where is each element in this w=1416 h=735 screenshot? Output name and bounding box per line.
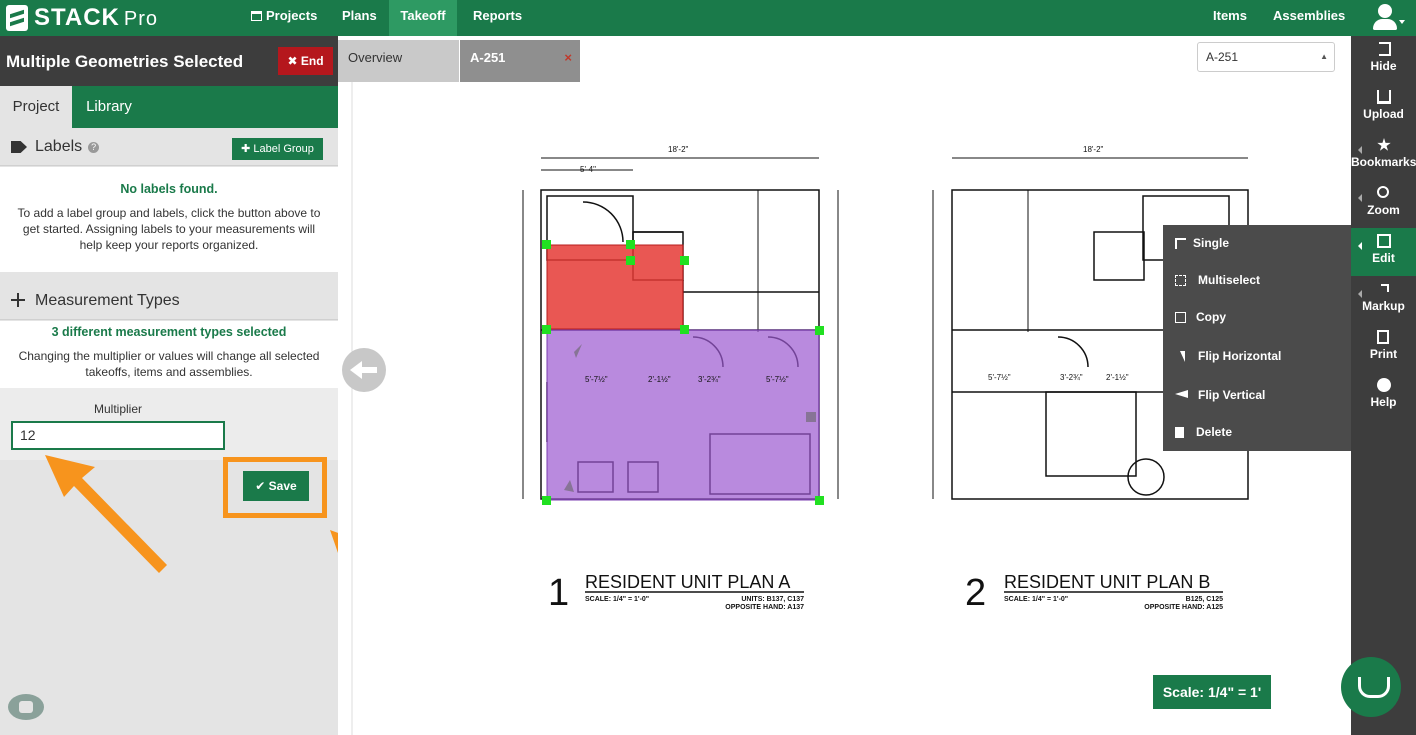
svg-text:5'-7½": 5'-7½" (585, 375, 608, 384)
tab-sheet-a251[interactable]: A-251 × (460, 40, 580, 82)
plan-a-opposite: OPPOSITE HAND: A137 (725, 604, 804, 611)
scale-badge[interactable]: Scale: 1/4" = 1' (1153, 675, 1271, 709)
plan-b-number: 2 (965, 572, 986, 614)
zoom-icon (1377, 186, 1389, 198)
trash-icon (1175, 427, 1184, 438)
svg-text:5'-7½": 5'-7½" (988, 373, 1011, 382)
cursor-icon (1175, 238, 1186, 249)
edit-icon (1377, 234, 1391, 248)
tool-print[interactable]: Print (1351, 324, 1416, 372)
plan-a-number: 1 (548, 572, 569, 614)
select-arrows-icon: ▲ (1320, 52, 1328, 61)
tool-bookmarks[interactable]: Bookmarks (1351, 132, 1416, 180)
svg-text:18'-2": 18'-2" (1083, 145, 1104, 154)
help-circle-icon (1377, 378, 1391, 392)
plan-a-units: UNITS: B137, C137 (741, 596, 804, 603)
star-icon (1377, 138, 1391, 151)
plan-b-title: RESIDENT UNIT PLAN B (1004, 572, 1210, 592)
svg-text:3'-2¾": 3'-2¾" (698, 375, 721, 384)
menu-item-delete[interactable]: Delete (1163, 417, 1351, 447)
menu-item-multiselect[interactable]: Multiselect (1163, 265, 1351, 295)
plan-a-title: RESIDENT UNIT PLAN A (585, 572, 790, 592)
upload-icon (1377, 90, 1391, 104)
svg-text:2'-1½": 2'-1½" (1106, 373, 1129, 382)
flip-horizontal-icon (1175, 351, 1185, 362)
multiselect-icon (1175, 275, 1186, 286)
chat-icon[interactable] (1341, 657, 1401, 717)
plan-b-units: B125, C125 (1186, 596, 1223, 603)
hide-icon (1379, 42, 1391, 56)
tool-help[interactable]: Help (1351, 372, 1416, 420)
plan-b-opposite: OPPOSITE HAND: A125 (1144, 604, 1223, 611)
svg-text:18'-2": 18'-2" (668, 145, 689, 154)
tool-edit[interactable]: Edit (1351, 228, 1416, 276)
edit-context-menu: Single Multiselect Copy Flip Horizontal … (1163, 225, 1351, 451)
sheet-tabs: Overview A-251 × A-251 ▲ (338, 36, 1351, 82)
tool-zoom[interactable]: Zoom (1351, 180, 1416, 228)
arrow-to-multiplier (45, 455, 167, 573)
svg-text:5'-7½": 5'-7½" (766, 375, 789, 384)
right-toolbar: Hide Upload Bookmarks Zoom Edit Markup P… (1351, 36, 1416, 735)
menu-item-single[interactable]: Single (1163, 228, 1351, 258)
markup-icon (1381, 284, 1389, 292)
flip-vertical-icon (1175, 390, 1188, 398)
sheet-select[interactable]: A-251 ▲ (1197, 42, 1335, 72)
plan-b-scale: SCALE: 1/4" = 1'-0" (1004, 596, 1068, 603)
close-tab-icon[interactable]: × (564, 40, 572, 76)
tab-overview[interactable]: Overview (338, 40, 459, 82)
svg-text:5'-4": 5'-4" (580, 165, 596, 174)
previous-sheet-arrow-icon[interactable] (342, 348, 386, 392)
plan-a-scale: SCALE: 1/4" = 1'-0" (585, 596, 649, 603)
svg-text:2'-1½": 2'-1½" (648, 375, 671, 384)
tool-markup[interactable]: Markup (1351, 276, 1416, 324)
tool-hide[interactable]: Hide (1351, 36, 1416, 84)
pdf-icon (1377, 330, 1389, 344)
tool-upload[interactable]: Upload (1351, 84, 1416, 132)
svg-text:3'-2¾": 3'-2¾" (1060, 373, 1083, 382)
copy-icon (1175, 312, 1186, 323)
menu-item-copy[interactable]: Copy (1163, 302, 1351, 332)
menu-item-flip-horizontal[interactable]: Flip Horizontal (1163, 341, 1351, 371)
menu-item-flip-vertical[interactable]: Flip Vertical (1163, 380, 1351, 410)
